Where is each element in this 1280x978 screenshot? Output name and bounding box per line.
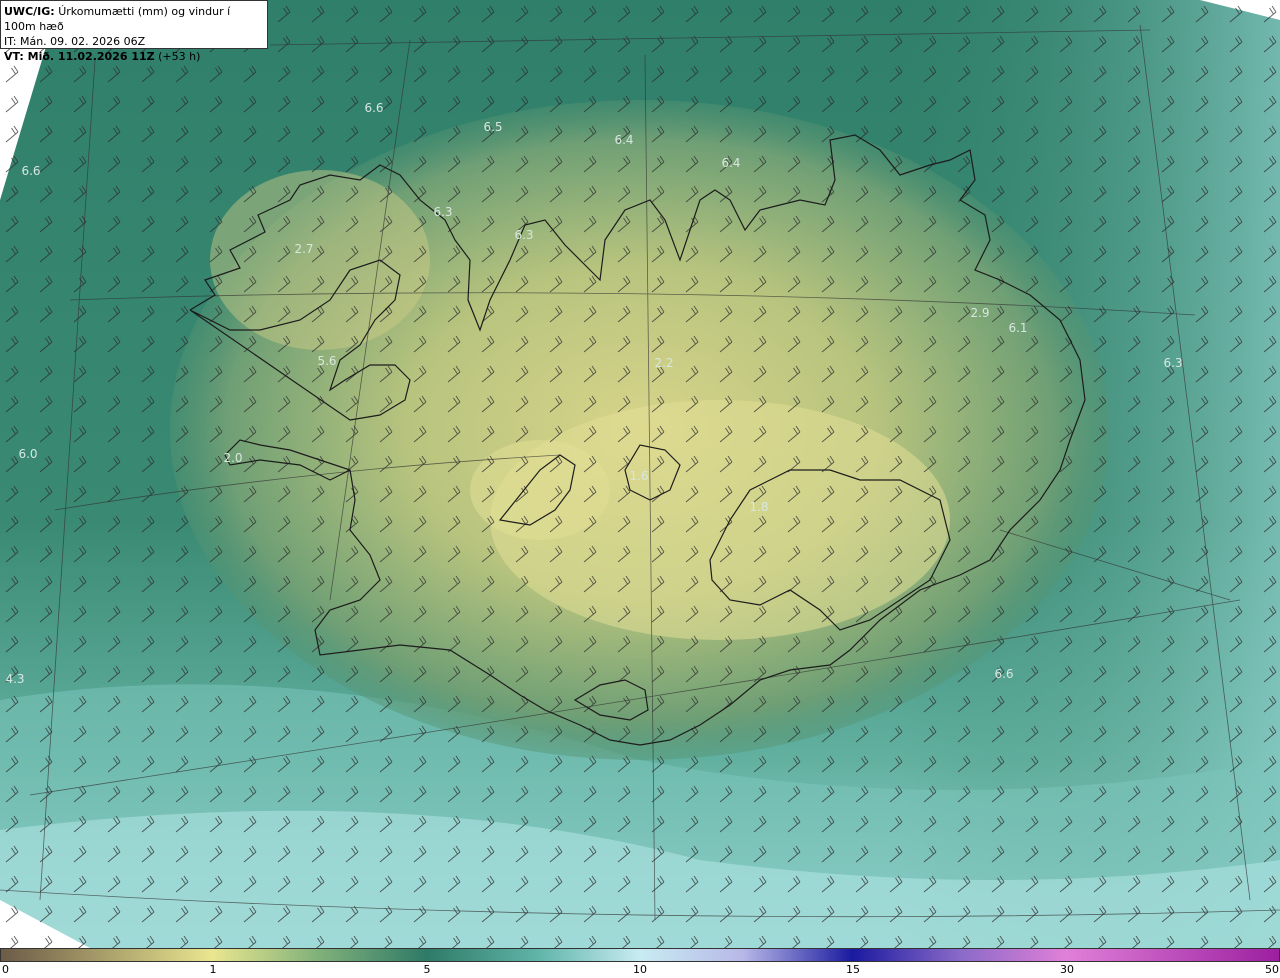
forecast-offset: (+53 h)	[158, 50, 201, 63]
colorbar-tick: 15	[846, 963, 860, 976]
colorbar	[0, 948, 1280, 962]
value-label: 6.6	[21, 164, 40, 178]
value-label: 2.2	[654, 356, 673, 370]
value-label: 6.6	[994, 667, 1013, 681]
init-time: IT: Mán. 09. 02. 2026 06Z	[4, 35, 146, 48]
value-label: 2.7	[294, 242, 313, 256]
valid-time: VT: Mið. 11.02.2026 11Z	[4, 50, 155, 63]
value-label: 4.3	[5, 672, 24, 686]
value-label: 2.9	[970, 306, 989, 320]
colorbar-tick: 5	[423, 963, 431, 976]
colorbar-tick: 1	[209, 963, 217, 976]
value-label: 6.3	[1163, 356, 1182, 370]
value-label: 6.5	[483, 120, 502, 134]
value-label: 6.1	[1008, 321, 1027, 335]
valid-time-line: VT: Mið. 11.02.2026 11Z (+53 h)	[4, 49, 264, 64]
colorbar-tick: 30	[1060, 963, 1074, 976]
value-label: 6.3	[433, 205, 452, 219]
value-label: 6.3	[514, 228, 533, 242]
colorbar-tick: 50	[1265, 963, 1279, 976]
forecast-info-box: UWC/IG: Úrkomumætti (mm) og vindur í 100…	[0, 0, 268, 63]
value-label: 6.4	[721, 156, 740, 170]
precipitation-wind-map: 6.6 6.5 6.4 6.4 6.6 6.3 6.3 2.7 2.9 6.1 …	[0, 0, 1280, 948]
colorbar-ticks: 0 1 5 10 15 30 50	[0, 962, 1280, 978]
value-label: 6.4	[614, 133, 633, 147]
value-label: 6.0	[18, 447, 37, 461]
colorbar-tick: 0	[2, 963, 9, 976]
colorbar-gradient	[0, 948, 1280, 962]
colorbar-tick: 10	[633, 963, 647, 976]
value-label: 1.6	[629, 469, 648, 483]
model-name: UWC/IG:	[4, 5, 55, 18]
map-canvas: 6.6 6.5 6.4 6.4 6.6 6.3 6.3 2.7 2.9 6.1 …	[0, 0, 1280, 948]
title-line: UWC/IG: Úrkomumætti (mm) og vindur í 100…	[4, 4, 264, 34]
value-label: 1.8	[749, 500, 768, 514]
value-label: 2.0	[223, 451, 242, 465]
value-label: 6.6	[364, 101, 383, 115]
value-label: 5.6	[317, 354, 336, 368]
